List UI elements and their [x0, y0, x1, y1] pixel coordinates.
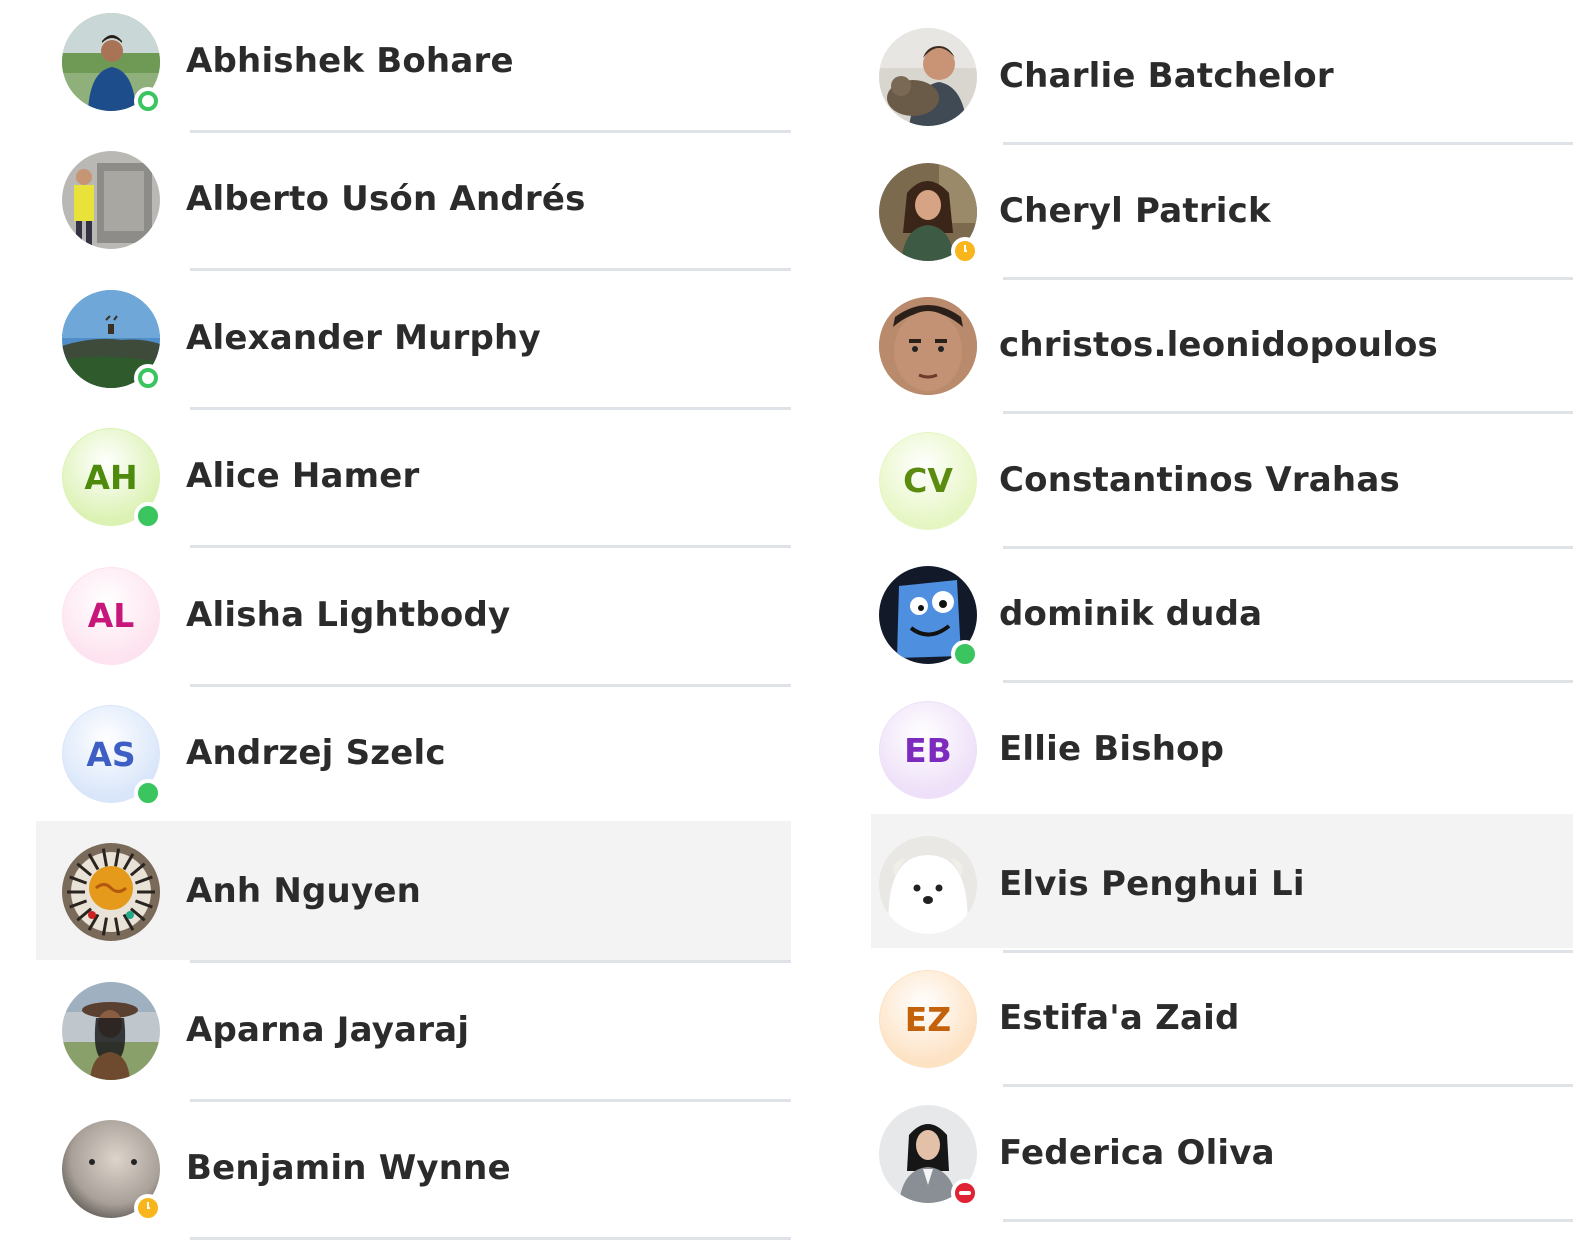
avatar-initials: AL	[87, 596, 135, 636]
contact-column-right: Charlie Batchelor Cheryl Patrick christos.…	[800, 0, 1573, 1231]
avatar: EZ	[879, 970, 977, 1069]
contact-name: Cheryl Patrick	[999, 190, 1271, 231]
avatar	[62, 151, 160, 250]
contact-name: Abhishek Bohare	[186, 41, 514, 81]
avatar-initials: EZ	[904, 999, 952, 1039]
avatar-initials: AH	[84, 457, 138, 497]
avatar	[62, 981, 160, 1080]
avatar	[879, 835, 977, 934]
contact-name: Elvis Penghui Li	[999, 863, 1305, 904]
contact-name: Benjamin Wynne	[186, 1148, 511, 1189]
avatar	[879, 28, 977, 126]
contact-name: Ellie Bishop	[999, 729, 1225, 769]
contact-name: Charlie Batchelor	[999, 56, 1334, 96]
contact-name: Alberto Usón Andrés	[186, 179, 586, 220]
contact-name: Estifa'a Zaid	[999, 998, 1240, 1039]
contact-name: dominik duda	[999, 594, 1263, 635]
contact-name: Alexander Murphy	[186, 317, 541, 358]
status-away-icon	[951, 236, 979, 265]
contact-name: Federica Oliva	[999, 1132, 1275, 1173]
avatar	[62, 843, 160, 942]
contact-column-left: Abhishek Bohare Alberto Usón Andrés Alexan…	[0, 0, 800, 1240]
avatar: CV	[879, 431, 977, 530]
contact-name: Anh Nguyen	[186, 871, 421, 912]
status-online-icon	[134, 779, 162, 807]
status-online-ring-icon	[134, 87, 162, 115]
status-do-not-disturb-icon	[951, 1178, 979, 1207]
status-away-icon	[134, 1194, 162, 1223]
avatar	[879, 297, 977, 396]
avatar-initials: EB	[904, 730, 952, 770]
status-online-icon	[134, 502, 162, 531]
contact-name: Andrzej Szelc	[186, 733, 446, 773]
avatar: AL	[62, 566, 160, 665]
status-online-ring-icon	[134, 363, 162, 392]
avatar: EB	[879, 701, 977, 799]
avatar-initials: CV	[903, 461, 953, 501]
row-divider	[1003, 1218, 1573, 1222]
contact-name: Aparna Jayaraj	[186, 1009, 470, 1050]
contact-name: Constantinos Vrahas	[999, 459, 1400, 500]
contact-name: Alice Hamer	[186, 456, 420, 497]
avatar-initials: AS	[86, 734, 136, 774]
contact-name: christos.leonidopoulos	[999, 325, 1438, 366]
contact-name: Alisha Lightbody	[186, 594, 511, 635]
